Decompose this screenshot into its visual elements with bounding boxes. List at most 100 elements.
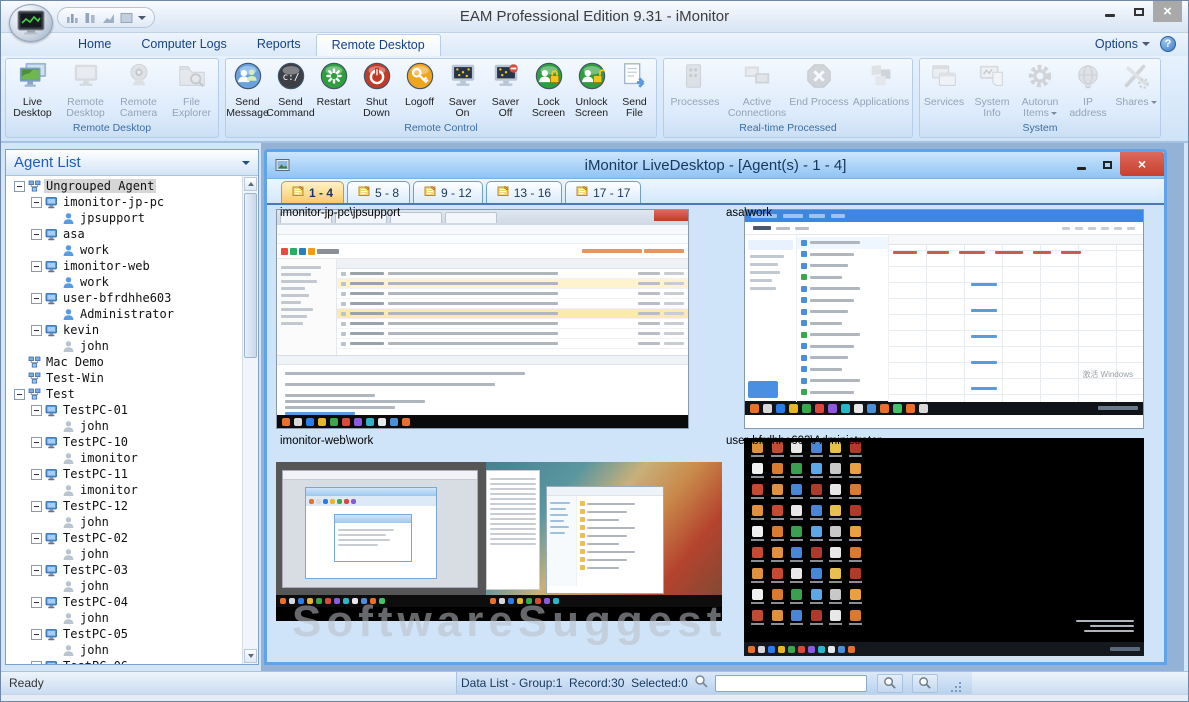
livedesktop-maximize-button[interactable] — [1094, 156, 1120, 174]
desktop-icon[interactable] — [807, 545, 827, 566]
livedesktop-tab-5-8[interactable]: 5 - 8 — [347, 181, 410, 203]
expander-icon[interactable] — [31, 629, 42, 640]
expander-icon[interactable] — [31, 565, 42, 576]
livedesktop-tab-13-16[interactable]: 13 - 16 — [486, 181, 562, 203]
desktop-thumbnail-asa[interactable]: 激活 Windows — [744, 209, 1144, 429]
tree-item-imonitor-web[interactable]: imonitor-web — [6, 258, 242, 274]
tree-item-testpc-01[interactable]: TestPC-01 — [6, 402, 242, 418]
tree-item-testpc-10[interactable]: TestPC-10 — [6, 434, 242, 450]
desktop-icon[interactable] — [846, 587, 866, 608]
send-command-button[interactable]: c:/Send Command — [269, 61, 312, 120]
desktop-icon[interactable] — [846, 566, 866, 587]
tree-item-testpc-11[interactable]: TestPC-11 — [6, 466, 242, 482]
desktop-icon[interactable] — [787, 566, 807, 587]
desktop-icon[interactable] — [768, 461, 788, 482]
expander-icon[interactable] — [14, 181, 25, 192]
tree-item-imonitor[interactable]: imonitor — [6, 482, 242, 498]
logoff-button[interactable]: Logoff — [398, 61, 441, 120]
desktop-icon[interactable] — [748, 461, 768, 482]
expander-icon[interactable] — [14, 389, 25, 400]
chart-volume-icon[interactable] — [102, 12, 115, 24]
desktop-icon[interactable] — [768, 608, 788, 629]
image-icon[interactable] — [120, 12, 133, 24]
tree-item-testpc-05[interactable]: TestPC-05 — [6, 626, 242, 642]
tree-item-work[interactable]: work — [6, 274, 242, 290]
shut-down-button[interactable]: Shut Down — [355, 61, 398, 120]
close-button[interactable]: × — [1153, 1, 1182, 22]
desktop-icon[interactable] — [826, 461, 846, 482]
desktop-thumbnail-imonitor-web[interactable] — [276, 462, 722, 621]
tree-item-test[interactable]: Test — [6, 386, 242, 402]
tree-item-john[interactable]: john — [6, 418, 242, 434]
desktop-icon[interactable] — [787, 608, 807, 629]
desktop-icon[interactable] — [748, 482, 768, 503]
chart-bars-icon[interactable] — [66, 12, 79, 24]
send-message-button[interactable]: Send Message — [226, 61, 269, 120]
tree-item-testpc-03[interactable]: TestPC-03 — [6, 562, 242, 578]
desktop-icon[interactable] — [787, 587, 807, 608]
tree-item-administrator[interactable]: Administrator — [6, 306, 242, 322]
tree-scrollbar[interactable] — [242, 176, 258, 664]
tree-item-ungrouped-agent[interactable]: Ungrouped Agent — [6, 178, 242, 194]
tree-item-asa[interactable]: asa — [6, 226, 242, 242]
desktop-icon[interactable] — [807, 503, 827, 524]
livedesktop-minimize-button[interactable] — [1068, 156, 1094, 174]
tree-item-john[interactable]: john — [6, 338, 242, 354]
tab-home[interactable]: Home — [63, 33, 126, 56]
tab-reports[interactable]: Reports — [242, 33, 316, 56]
scroll-up-icon[interactable] — [244, 177, 257, 191]
send-file-button[interactable]: Send File — [613, 61, 656, 120]
expander-icon[interactable] — [31, 261, 42, 272]
desktop-icon[interactable] — [787, 503, 807, 524]
chart-columns-icon[interactable] — [84, 12, 97, 24]
tree-item-testpc-04[interactable]: TestPC-04 — [6, 594, 242, 610]
desktop-icon[interactable] — [826, 503, 846, 524]
desktop-icon[interactable] — [846, 608, 866, 629]
livedesktop-close-button[interactable]: × — [1120, 152, 1164, 176]
lock-screen-button[interactable]: Lock Screen — [527, 61, 570, 120]
desktop-icon[interactable] — [748, 503, 768, 524]
desktop-icon[interactable] — [748, 587, 768, 608]
unlock-screen-button[interactable]: Unlock Screen — [570, 61, 613, 120]
restart-button[interactable]: Restart — [312, 61, 355, 120]
resize-grip[interactable] — [949, 680, 961, 692]
app-logo-icon[interactable] — [9, 4, 53, 42]
desktop-icon[interactable] — [846, 503, 866, 524]
livedesktop-tab-1-4[interactable]: 1 - 4 — [281, 181, 344, 203]
desktop-icon[interactable] — [748, 608, 768, 629]
desktop-icon[interactable] — [826, 545, 846, 566]
tree-item-imonitor[interactable]: imonitor — [6, 450, 242, 466]
tree-item-mac-demo[interactable]: Mac Demo — [6, 354, 242, 370]
expander-icon[interactable] — [31, 469, 42, 480]
scroll-down-icon[interactable] — [244, 649, 257, 663]
tree-item-testpc-02[interactable]: TestPC-02 — [6, 530, 242, 546]
minimize-button[interactable] — [1095, 1, 1124, 22]
tree-item-jpsupport[interactable]: jpsupport — [6, 210, 242, 226]
tree-item-kevin[interactable]: kevin — [6, 322, 242, 338]
desktop-icon[interactable] — [807, 566, 827, 587]
desktop-icon[interactable] — [807, 482, 827, 503]
desktop-icon[interactable] — [748, 545, 768, 566]
desktop-icon[interactable] — [807, 524, 827, 545]
desktop-icon[interactable] — [768, 503, 788, 524]
desktop-thumbnail-user-bfrdhhe603[interactable] — [744, 438, 1144, 656]
tab-remote-desktop[interactable]: Remote Desktop — [316, 34, 441, 56]
livedesktop-tab-9-12[interactable]: 9 - 12 — [413, 181, 483, 203]
tree-item-john[interactable]: john — [6, 514, 242, 530]
saver-off-button[interactable]: Saver Off — [484, 61, 527, 120]
scrollbar-thumb[interactable] — [244, 193, 257, 358]
desktop-icon[interactable] — [846, 461, 866, 482]
tree-item-work[interactable]: work — [6, 242, 242, 258]
tab-computer-logs[interactable]: Computer Logs — [126, 33, 241, 56]
desktop-icon[interactable] — [846, 524, 866, 545]
expander-icon[interactable] — [31, 501, 42, 512]
desktop-icon[interactable] — [768, 524, 788, 545]
status-search-input[interactable] — [715, 675, 867, 692]
tree-item-john[interactable]: john — [6, 642, 242, 658]
expander-icon[interactable] — [31, 661, 42, 665]
tree-item-john[interactable]: john — [6, 546, 242, 562]
expander-icon[interactable] — [31, 597, 42, 608]
live-desktop-button[interactable]: Live Desktop — [6, 61, 59, 120]
desktop-icon[interactable] — [768, 566, 788, 587]
options-menu[interactable]: Options — [1095, 37, 1150, 51]
